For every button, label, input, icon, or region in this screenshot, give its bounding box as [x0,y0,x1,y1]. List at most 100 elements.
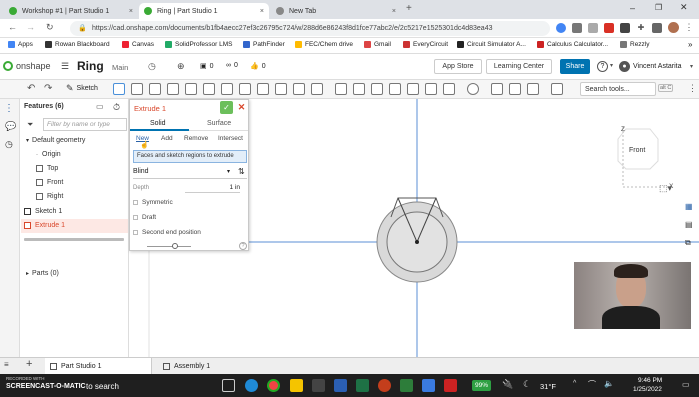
rollback-bar[interactable] [24,238,124,241]
powerpoint-icon[interactable] [378,379,391,392]
bookmark-fec-chem[interactable]: FEC/Chem drive [295,41,353,48]
back-arrow-icon[interactable]: ← [8,22,17,32]
feature-front-plane[interactable]: Front [36,179,63,186]
hamburger-icon[interactable]: ☰ [61,61,69,72]
cancel-x-icon[interactable]: ✕ [235,101,248,114]
bookmarks-more-icon[interactable]: » [688,40,692,49]
mate-connector-tool-icon[interactable] [491,83,503,95]
app-store-button[interactable]: App Store [434,59,482,74]
appearance-icon[interactable]: ▦ [685,202,693,211]
surface-tab[interactable]: Surface [207,120,231,127]
chevron-down-icon[interactable]: ▾ [610,62,613,69]
url-input[interactable]: 🔒 https://cad.onshape.com/documents/b1fb… [70,21,550,36]
transform-tool-icon[interactable] [407,83,419,95]
bookmark-circuit-simulator[interactable]: Circuit Simulator A... [457,41,526,48]
depth-input[interactable]: 1 in [185,184,240,193]
variables-icon[interactable]: ⧉ [685,238,691,248]
redo-icon[interactable]: ↷ [44,83,52,94]
close-tab-icon[interactable]: × [129,8,133,15]
view-cube-front-label[interactable]: Front [629,147,645,154]
filter-icon[interactable]: ⏷ [27,120,33,130]
profile-avatar-icon[interactable] [668,22,679,33]
chrome-icon[interactable] [267,379,280,392]
edge-icon[interactable] [245,379,258,392]
shell-tool-icon[interactable] [293,83,305,95]
preview-slider-track[interactable] [147,246,191,247]
undo-icon[interactable]: ↶ [27,83,35,94]
links-count[interactable]: ∞ 0 [226,62,238,69]
extension-icon[interactable] [572,22,582,33]
parts-group[interactable]: ▸ Parts (0) [26,270,59,277]
new-tab-button[interactable]: + [406,3,412,14]
extension-icon[interactable] [620,22,630,33]
surface-tool-icon[interactable] [527,83,539,95]
bookmark-everycircuit[interactable]: EveryCircuit [403,41,448,48]
delete-part-tool-icon[interactable] [425,83,437,95]
intersect-op-tab[interactable]: Intersect [218,135,243,142]
chevron-up-icon[interactable]: ^ [573,380,576,387]
feature-right-plane[interactable]: Right [36,193,63,200]
boolean-tool-icon[interactable] [371,83,383,95]
view-options-icon[interactable]: ⬚▾ [659,183,672,194]
symmetric-option[interactable]: Symmetric [133,199,173,206]
rollback-clock-icon[interactable]: ⏱ [113,102,120,113]
bookmark-blackboard[interactable]: Rowan Blackboard [45,41,110,48]
search-tools-input[interactable]: Search tools... [580,82,656,96]
chevron-down-icon[interactable]: ▾ [690,63,693,70]
sheet-metal-tool-icon[interactable] [509,83,521,95]
maximize-icon[interactable]: ❐ [655,3,662,12]
pattern-tool-icon[interactable] [335,83,347,95]
feature-extrude-1[interactable]: Extrude 1 [24,222,65,229]
close-window-icon[interactable]: ✕ [680,2,688,13]
menu-dots-icon[interactable]: ⋮ [685,22,694,33]
likes-count[interactable]: 👍 0 [250,62,266,71]
minimize-icon[interactable]: – [630,3,635,13]
learning-center-button[interactable]: Learning Center [486,59,552,74]
extrude-tool-icon[interactable] [113,83,125,95]
tab-ring[interactable]: Ring | Part Studio 1 × [139,3,269,19]
reload-icon[interactable]: ↻ [46,22,54,33]
help-icon[interactable]: ? [597,61,608,72]
bookmark-pathfinder[interactable]: PathFinder [243,41,285,48]
extension-icon[interactable] [604,22,614,33]
solid-tab[interactable]: Solid [150,120,166,127]
clock-icon[interactable]: ◷ [148,61,156,72]
extension-icon[interactable] [652,22,662,33]
tab-workshop[interactable]: Workshop #1 | Part Studio 1 × [4,3,138,19]
weather-icon[interactable]: ☾ [523,379,531,390]
chamfer-tool-icon[interactable] [239,83,251,95]
battery-indicator[interactable]: 99% [472,380,492,391]
recorder-icon[interactable] [444,379,457,392]
frame-tool-icon[interactable] [551,83,563,95]
tab-new[interactable]: New Tab × [271,3,401,19]
taskbar-search-text[interactable]: to search [86,382,119,391]
feature-tree-icon[interactable]: ⋮ [4,103,14,114]
dialog-title[interactable]: Extrude 1 [134,104,166,113]
feature-origin[interactable]: · Origin [36,151,61,158]
extension-icon[interactable] [588,22,598,33]
tab-list-icon[interactable]: ≡ [4,360,9,369]
clock-date[interactable]: 1/25/2022 [633,386,662,393]
comment-icon[interactable]: 💬 [5,121,16,132]
volume-icon[interactable]: 🔈 [604,379,614,388]
flip-direction-icon[interactable]: ⇅ [238,167,245,176]
default-geometry-group[interactable]: ▾ Default geometry [26,137,85,144]
extension-icon[interactable] [556,22,566,33]
onshape-logo[interactable]: onshape [3,61,51,71]
puzzle-icon[interactable]: ✚ [636,23,646,33]
end-type-select[interactable]: Blind ▾ ⇅ [133,167,247,179]
versions-count[interactable]: ▣ 0 [200,62,214,71]
store-icon[interactable] [312,379,325,392]
assembly-tab[interactable]: Assembly 1 [158,358,248,374]
add-folder-icon[interactable]: ▭ [96,102,104,111]
forward-arrow-icon[interactable]: → [26,22,35,32]
bookmark-gmail[interactable]: Gmail [364,41,391,48]
user-name[interactable]: Vincent Astarita [633,63,682,70]
bookmark-solidprofessor[interactable]: SolidProfessor LMS [165,41,232,48]
mirror-tool-icon[interactable] [353,83,365,95]
close-tab-icon[interactable]: × [392,8,396,15]
feature-sketch-1[interactable]: Sketch 1 [24,208,62,215]
accept-check-icon[interactable]: ✓ [220,101,233,114]
split-tool-icon[interactable] [389,83,401,95]
clock-time[interactable]: 9:46 PM [638,377,662,384]
